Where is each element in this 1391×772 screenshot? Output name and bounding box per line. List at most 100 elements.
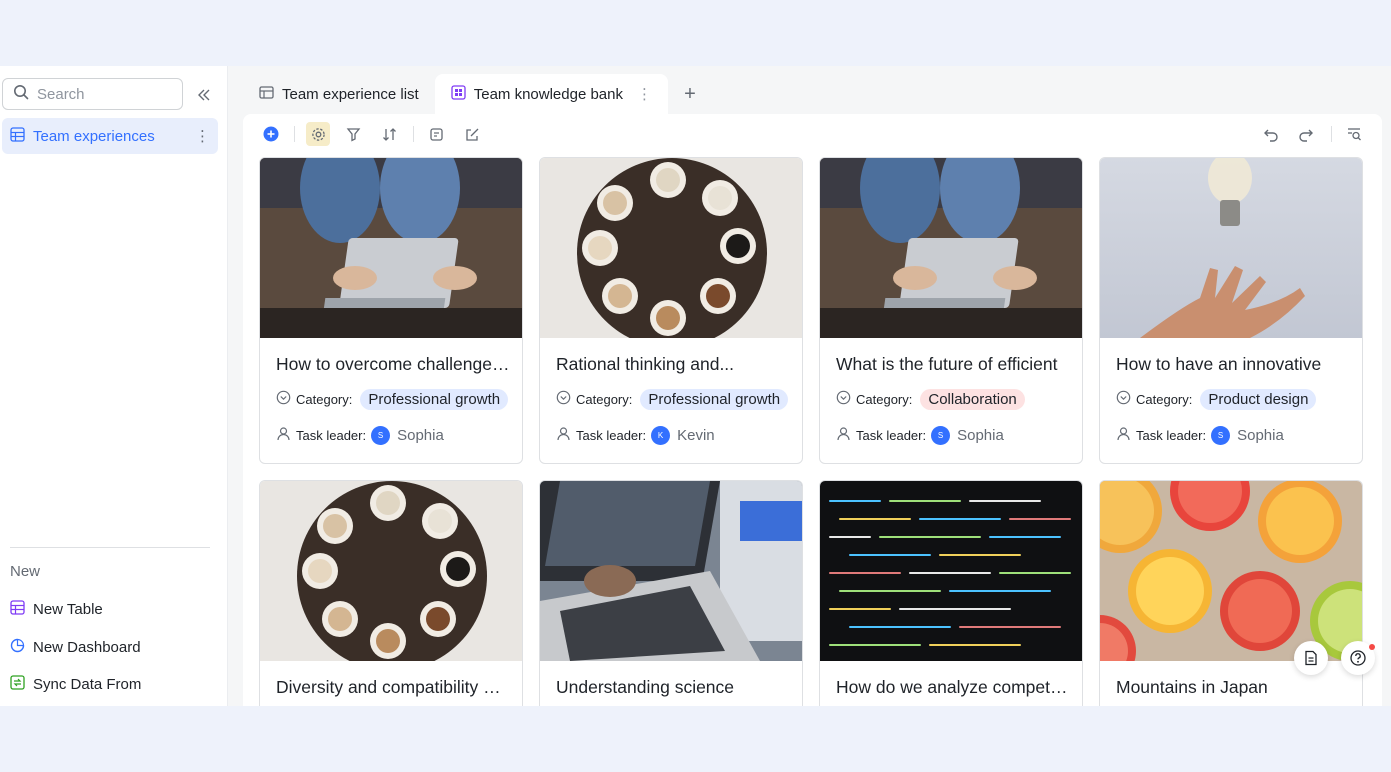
sort-icon[interactable] xyxy=(377,122,401,146)
sync-data-label: Sync Data From xyxy=(33,675,142,693)
task-leader-name: Sophia xyxy=(397,426,444,444)
card-cover-image xyxy=(540,481,802,661)
toolbar-divider xyxy=(294,126,295,142)
redo-icon[interactable] xyxy=(1294,122,1318,146)
category-field: Category: Professional growth xyxy=(276,388,509,410)
sync-data-button[interactable]: Sync Data From xyxy=(10,672,141,696)
option-icon xyxy=(556,390,571,408)
field-label: Task leader: xyxy=(296,427,367,443)
new-section-label: New xyxy=(10,563,41,580)
field-label: Task leader: xyxy=(856,427,927,443)
card-cover-image xyxy=(1100,481,1362,661)
tab-label: Team knowledge bank xyxy=(473,85,623,103)
card-title: Rational thinking and... xyxy=(556,354,735,374)
field-label: Task leader: xyxy=(1136,427,1207,443)
gallery-panel: How to overcome challenges? Category: Pr… xyxy=(243,114,1382,706)
card-title: Diversity and compatibility at... xyxy=(276,677,510,697)
new-dashboard-label: New Dashboard xyxy=(33,638,141,656)
avatar: S xyxy=(371,425,391,445)
option-icon xyxy=(276,390,291,408)
new-table-label: New Table xyxy=(33,600,103,618)
card-cover-image xyxy=(260,158,522,338)
card-title: Understanding science xyxy=(556,677,735,697)
card-cover-image xyxy=(1100,158,1362,338)
record-card[interactable]: Understanding science xyxy=(539,480,803,706)
task-leader-name: Sophia xyxy=(1237,426,1284,444)
card-title: How to have an innovative xyxy=(1116,354,1322,374)
search-input[interactable] xyxy=(37,85,167,103)
field-label: Category: xyxy=(856,391,913,407)
tab-more-icon[interactable]: ⋮ xyxy=(637,85,652,103)
task-leader-name: Sophia xyxy=(957,426,1004,444)
new-dashboard-button[interactable]: New Dashboard xyxy=(10,635,141,659)
add-view-icon[interactable]: + xyxy=(678,82,702,106)
record-card[interactable]: Mountains in Japan xyxy=(1099,480,1363,706)
card-cover-image xyxy=(820,158,1082,338)
record-card[interactable]: How to have an innovative Category: Prod… xyxy=(1099,157,1363,464)
view-tabs: Team experience list Team knowledge bank… xyxy=(243,74,702,114)
notification-dot xyxy=(1369,644,1375,650)
category-field: Category: Collaboration xyxy=(836,388,1025,410)
card-title: Mountains in Japan xyxy=(1116,677,1268,697)
collapse-sidebar-icon[interactable] xyxy=(193,84,215,106)
search-records-icon[interactable] xyxy=(1342,122,1366,146)
sync-icon xyxy=(10,674,25,694)
card-title: What is the future of efficient xyxy=(836,354,1058,374)
dashboard-icon xyxy=(10,638,25,657)
category-field: Category: Professional growth xyxy=(556,388,789,410)
person-icon xyxy=(276,426,291,444)
sidebar-item-label: Team experiences xyxy=(33,127,155,145)
card-cover-image xyxy=(260,481,522,661)
new-table-button[interactable]: New Table xyxy=(10,597,103,621)
record-card[interactable]: How do we analyze competing xyxy=(819,480,1083,706)
category-tag: Collaboration xyxy=(920,388,1025,410)
category-tag: Product design xyxy=(1200,388,1317,410)
option-icon xyxy=(836,390,851,408)
add-record-icon[interactable] xyxy=(259,122,283,146)
table-icon xyxy=(10,599,25,619)
tab-label: Team experience list xyxy=(282,85,419,103)
category-tag: Professional growth xyxy=(640,388,789,410)
avatar: S xyxy=(931,425,951,445)
field-label: Category: xyxy=(1136,391,1193,407)
toolbar-divider xyxy=(413,126,414,142)
document-icon[interactable] xyxy=(1294,641,1328,675)
avatar: S xyxy=(1211,425,1231,445)
search-icon xyxy=(13,84,29,105)
toolbar xyxy=(243,114,1382,154)
record-card[interactable]: Rational thinking and... Category: Profe… xyxy=(539,157,803,464)
gallery-view-icon xyxy=(451,84,466,104)
tab-team-experience-list[interactable]: Team experience list xyxy=(243,74,435,114)
card-title: How do we analyze competing xyxy=(836,677,1070,697)
card-layout-icon[interactable] xyxy=(424,122,448,146)
grid-table-icon xyxy=(10,126,25,146)
tab-team-knowledge-bank[interactable]: Team knowledge bank ⋮ xyxy=(434,74,668,114)
person-icon xyxy=(836,426,851,444)
category-field: Category: Product design xyxy=(1116,388,1317,410)
field-label: Category: xyxy=(576,391,633,407)
task-leader-field: Task leader: S Sophia xyxy=(276,424,444,446)
record-card[interactable]: Diversity and compatibility at... xyxy=(259,480,523,706)
option-icon xyxy=(1116,390,1131,408)
field-label: Task leader: xyxy=(576,427,647,443)
more-options-icon[interactable]: ⋮ xyxy=(195,127,210,145)
table-view-icon xyxy=(259,85,274,104)
settings-icon[interactable] xyxy=(306,122,330,146)
filter-icon[interactable] xyxy=(341,122,365,146)
card-title: How to overcome challenges? xyxy=(276,354,510,374)
card-cover-image xyxy=(820,481,1082,661)
person-icon xyxy=(1116,426,1131,444)
task-leader-field: Task leader: S Sophia xyxy=(1116,424,1284,446)
category-tag: Professional growth xyxy=(360,388,509,410)
person-icon xyxy=(556,426,571,444)
sidebar: Team experiences ⋮ New New Table New Das… xyxy=(0,66,228,706)
search-box[interactable] xyxy=(2,78,183,110)
record-card[interactable]: How to overcome challenges? Category: Pr… xyxy=(259,157,523,464)
toolbar-divider xyxy=(1331,126,1332,142)
record-card[interactable]: What is the future of efficient Category… xyxy=(819,157,1083,464)
undo-icon[interactable] xyxy=(1259,122,1283,146)
field-label: Category: xyxy=(296,391,353,407)
share-icon[interactable] xyxy=(460,122,484,146)
sidebar-item-team-experiences[interactable]: Team experiences ⋮ xyxy=(2,118,218,154)
sidebar-divider xyxy=(10,547,210,548)
